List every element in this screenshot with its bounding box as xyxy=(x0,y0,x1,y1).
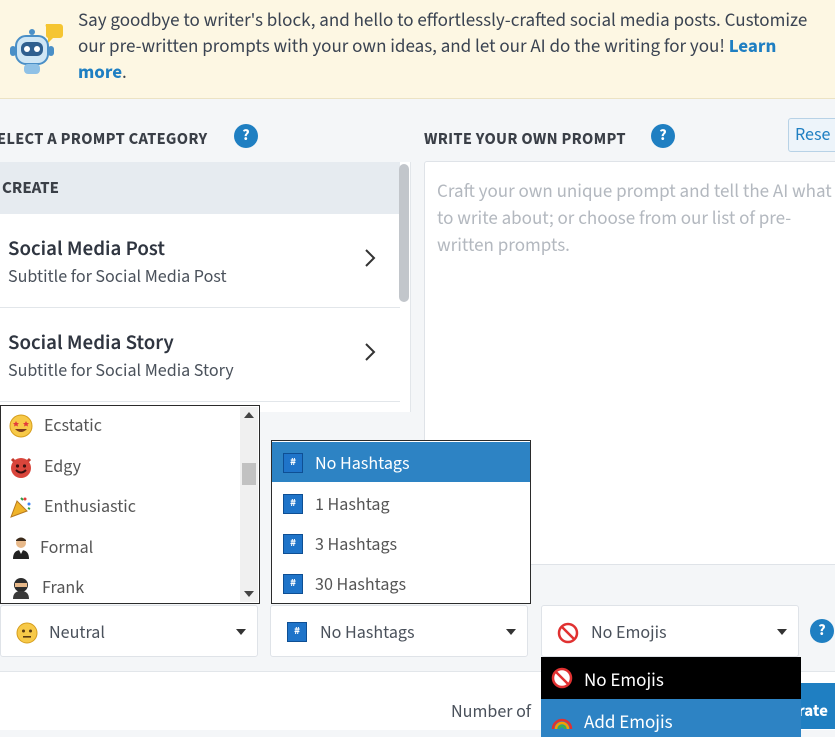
tone-listbox[interactable]: Ecstatic Edgy Enthusiastic Formal Frank xyxy=(0,405,260,604)
neutral-face-icon xyxy=(16,622,38,644)
tone-option-label: Edgy xyxy=(44,455,82,480)
banner-period: . xyxy=(122,59,127,86)
person-in-tuxedo-icon xyxy=(13,537,29,559)
hashtag-option-30[interactable]: # 30 Hashtags xyxy=(272,563,530,603)
hashtag-option-label: No Hashtags xyxy=(315,452,410,477)
category-item-subtitle: Subtitle for Social Media Post xyxy=(8,265,227,290)
scroll-up-arrow-icon[interactable] xyxy=(244,412,254,418)
emoji-option-none[interactable]: No Emojis xyxy=(541,657,801,699)
category-item-title: Social Media Post xyxy=(8,234,165,264)
tone-option-label: Frank xyxy=(42,576,85,601)
prompt-placeholder: Craft your own unique prompt and tell th… xyxy=(437,178,832,259)
tone-select[interactable]: Neutral xyxy=(0,605,258,657)
chevron-right-icon xyxy=(365,249,376,267)
party-popper-icon xyxy=(10,497,31,518)
emojis-select-value: No Emojis xyxy=(591,621,667,646)
no-entry-icon xyxy=(557,622,579,644)
scroll-down-arrow-icon[interactable] xyxy=(244,591,254,597)
hashtags-select[interactable]: # No Hashtags xyxy=(270,605,528,657)
info-banner: Say goodbye to writer's block, and hello… xyxy=(0,0,835,99)
hashtag-option-1[interactable]: # 1 Hashtag xyxy=(272,483,530,523)
star-struck-face-icon xyxy=(9,414,33,438)
emoji-dropdown[interactable]: No Emojis Add Emojis xyxy=(541,657,801,737)
prompt-heading: WRITE YOUR OWN PROMPT xyxy=(424,127,626,151)
emoji-option-label: Add Emojis xyxy=(584,709,673,736)
emoji-option-label: No Emojis xyxy=(584,667,664,694)
tone-option-label: Enthusiastic xyxy=(44,495,136,520)
hashtag-option-label: 1 Hashtag xyxy=(315,493,390,518)
hashtag-option-label: 30 Hashtags xyxy=(315,573,407,598)
chevron-down-icon xyxy=(777,629,787,635)
category-heading: ELECT A PROMPT CATEGORY xyxy=(0,127,208,151)
category-scrollbar-thumb[interactable] xyxy=(399,164,409,302)
emoji-help-icon[interactable]: ? xyxy=(810,619,834,643)
tone-select-value: Neutral xyxy=(49,621,105,646)
tone-option-label: Formal xyxy=(40,536,94,561)
category-item-social-media-story[interactable]: Social Media Story Subtitle for Social M… xyxy=(0,308,400,402)
smiling-devil-icon xyxy=(10,457,32,478)
category-group-header: CREATE xyxy=(0,162,400,214)
reset-button[interactable]: Rese xyxy=(788,118,835,152)
emojis-select[interactable]: No Emojis xyxy=(541,605,799,657)
tone-option-label: Ecstatic xyxy=(44,414,102,439)
tone-list-scroll-thumb[interactable] xyxy=(242,463,256,485)
hashtag-icon: # xyxy=(283,494,303,514)
rainbow-icon xyxy=(551,718,573,730)
robot-mascot-icon xyxy=(10,24,63,74)
number-of-label: Number of xyxy=(451,700,532,725)
ninja-icon xyxy=(13,578,29,599)
category-item-social-media-post[interactable]: Social Media Post Subtitle for Social Me… xyxy=(0,214,400,308)
hashtag-listbox[interactable]: # No Hashtags # 1 Hashtag # 3 Hashtags #… xyxy=(271,440,531,604)
tone-list-scrollbar[interactable] xyxy=(240,407,258,602)
banner-message: Say goodbye to writer's block, and hello… xyxy=(78,7,808,60)
hashtag-option-label: 3 Hashtags xyxy=(315,533,398,558)
hashtag-icon: # xyxy=(283,534,303,554)
chevron-down-icon xyxy=(236,629,246,635)
category-help-icon[interactable]: ? xyxy=(234,124,258,148)
prompt-help-icon[interactable]: ? xyxy=(651,124,675,148)
no-entry-icon xyxy=(551,667,573,689)
category-list: CREATE Social Media Post Subtitle for So… xyxy=(0,162,411,412)
hashtag-option-3[interactable]: # 3 Hashtags xyxy=(272,523,530,563)
banner-text: Say goodbye to writer's block, and hello… xyxy=(78,8,823,86)
category-item-title: Social Media Story xyxy=(8,328,174,358)
hashtag-icon: # xyxy=(283,574,303,594)
hashtag-icon: # xyxy=(283,453,303,473)
category-item-subtitle: Subtitle for Social Media Story xyxy=(8,359,234,384)
emoji-option-add[interactable]: Add Emojis xyxy=(541,699,801,737)
chevron-down-icon xyxy=(506,629,516,635)
hashtags-select-value: No Hashtags xyxy=(320,621,415,646)
chevron-right-icon xyxy=(365,343,376,361)
hashtag-option-none[interactable]: # No Hashtags xyxy=(272,442,530,482)
hashtag-icon: # xyxy=(287,622,307,642)
